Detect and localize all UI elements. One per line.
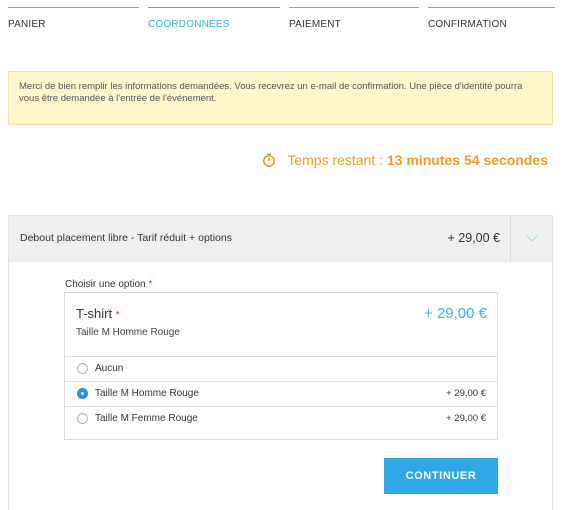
radio-button[interactable] xyxy=(77,363,88,374)
option-card: T-shirt * Taille M Homme Rouge + 29,00 €… xyxy=(64,292,498,440)
radio-button-selected[interactable] xyxy=(77,388,88,399)
required-marker: * xyxy=(115,310,120,321)
ticket-name: Debout placement libre - Tarif réduit + … xyxy=(20,232,232,244)
step-label: COORDONNÉES xyxy=(148,19,230,30)
radio-button[interactable] xyxy=(77,413,88,424)
option-row-price: + 29,00 € xyxy=(446,388,486,399)
checkout-stepper: PANIER COORDONNÉES PAIEMENT CONFIRMATION xyxy=(0,0,563,40)
ticket-header[interactable]: Debout placement libre - Tarif réduit + … xyxy=(9,216,552,262)
product-title: T-shirt * xyxy=(76,306,120,321)
step-label: PANIER xyxy=(8,19,46,30)
product-subtitle: Taille M Homme Rouge xyxy=(76,327,180,338)
step-paiement[interactable]: PAIEMENT xyxy=(289,7,419,37)
product-price: + 29,00 € xyxy=(424,305,487,322)
option-row-label: Aucun xyxy=(95,363,124,374)
option-row-femme[interactable]: Taille M Femme Rouge + 29,00 € xyxy=(65,406,497,431)
step-confirmation[interactable]: CONFIRMATION xyxy=(428,7,555,37)
step-label: PAIEMENT xyxy=(289,19,341,30)
option-label: Choisir une option * xyxy=(65,279,153,290)
option-row-label: Taille M Homme Rouge xyxy=(95,388,199,399)
info-notice: Merci de bien remplir les informations d… xyxy=(8,71,553,125)
timer-value: 13 minutes 54 secondes xyxy=(386,152,548,168)
ticket-price: + 29,00 € xyxy=(447,231,500,245)
notice-text: Merci de bien remplir les informations d… xyxy=(19,81,523,104)
chevron-down-icon xyxy=(525,234,539,242)
option-row-aucun[interactable]: Aucun xyxy=(65,356,497,381)
stopwatch-icon xyxy=(263,153,276,167)
required-marker: * xyxy=(148,279,153,290)
timer-prefix: Temps restant : xyxy=(287,152,384,168)
continue-button[interactable]: CONTINUER xyxy=(384,458,498,494)
option-row-price: + 29,00 € xyxy=(446,413,486,424)
countdown-timer: Temps restant : 13 minutes 54 secondes xyxy=(262,152,548,168)
ticket-toggle-button[interactable] xyxy=(510,216,552,262)
step-label: CONFIRMATION xyxy=(428,19,507,30)
step-panier[interactable]: PANIER xyxy=(8,7,139,37)
step-coordonnees[interactable]: COORDONNÉES xyxy=(148,7,280,37)
option-row-label: Taille M Femme Rouge xyxy=(95,413,198,424)
option-row-homme[interactable]: Taille M Homme Rouge + 29,00 € xyxy=(65,381,497,406)
